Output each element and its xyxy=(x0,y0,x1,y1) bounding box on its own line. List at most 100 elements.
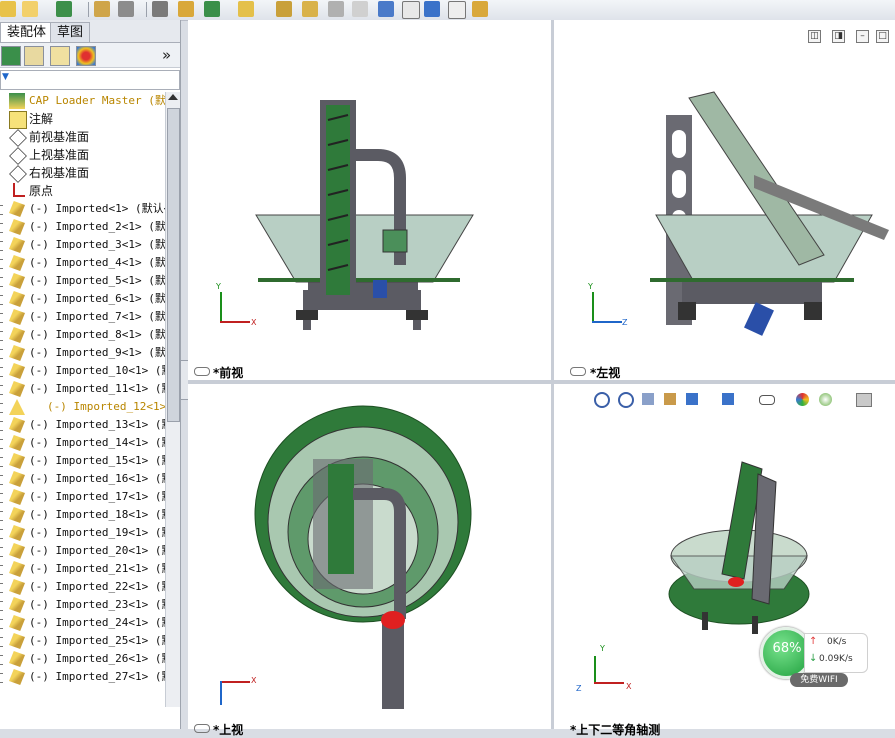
tree-part-item[interactable]: (-) Imported_19<1> (默 xyxy=(0,524,165,542)
tree-part-item[interactable]: (-) Imported_11<1> (默 xyxy=(0,380,165,398)
expand-toggle-icon[interactable] xyxy=(0,565,3,575)
tree-item[interactable]: 前视基准面 xyxy=(0,128,165,147)
filter-icon[interactable]: ▼ xyxy=(2,72,9,82)
zoom-to-fit-icon[interactable] xyxy=(594,392,610,408)
scrollbar-thumb[interactable] xyxy=(167,108,180,422)
scroll-up-icon[interactable] xyxy=(168,94,178,100)
tree-part-item[interactable]: (-) Imported_25<1> (默 xyxy=(0,632,165,650)
expand-toggle-icon[interactable] xyxy=(0,367,3,377)
tab-assembly[interactable]: 装配体 xyxy=(0,22,54,42)
filter-bar[interactable]: ▼ xyxy=(0,70,180,90)
smart-mate-icon[interactable] xyxy=(178,1,194,17)
tree-item[interactable]: 上视基准面 xyxy=(0,146,165,165)
expand-toggle-icon[interactable] xyxy=(0,637,3,647)
tree-part-item[interactable]: (-) Imported_12<1> xyxy=(0,398,165,416)
display-style-icon[interactable] xyxy=(722,393,734,405)
feature-manager-icon[interactable] xyxy=(1,46,21,66)
expand-toggle-icon[interactable] xyxy=(0,511,3,521)
zoom-to-area-icon[interactable] xyxy=(618,392,634,408)
display-style-icon[interactable] xyxy=(424,1,440,17)
expand-toggle-icon[interactable] xyxy=(0,601,3,611)
tree-part-item[interactable]: (-) Imported_17<1> (默 xyxy=(0,488,165,506)
measure-icon[interactable] xyxy=(352,1,368,17)
expand-toggle-icon[interactable] xyxy=(0,439,3,449)
viewport-restore-icon[interactable]: ◫ xyxy=(808,30,821,43)
viewport-top[interactable]: *上视 X xyxy=(188,384,551,737)
hide-show-items-icon[interactable] xyxy=(759,395,775,405)
expand-toggle-icon[interactable] xyxy=(0,241,3,251)
expand-toggle-icon[interactable] xyxy=(0,655,3,665)
move-component-icon[interactable] xyxy=(238,1,254,17)
expand-toggle-icon[interactable] xyxy=(0,547,3,557)
tree-part-item[interactable]: (-) Imported_2<1> (默认 xyxy=(0,218,165,236)
expand-toggle-icon[interactable] xyxy=(0,403,3,413)
tree-part-item[interactable]: (-) Imported_4<1> (默认 xyxy=(0,254,165,272)
new-document-icon[interactable] xyxy=(0,1,16,17)
tree-part-item[interactable]: (-) Imported_3<1> (默认 xyxy=(0,236,165,254)
expand-toggle-icon[interactable] xyxy=(0,421,3,431)
view-link-icon[interactable] xyxy=(194,367,210,376)
tree-item[interactable]: 注解 xyxy=(0,110,165,129)
tree-part-item[interactable]: (-) Imported_16<1> (默 xyxy=(0,470,165,488)
hide-show-icon[interactable] xyxy=(448,1,466,19)
expand-toggle-icon[interactable] xyxy=(0,277,3,287)
appearance-icon[interactable] xyxy=(472,1,488,17)
open-file-icon[interactable] xyxy=(22,1,38,17)
tree-part-item[interactable]: (-) Imported_10<1> (默 xyxy=(0,362,165,380)
wifi-speed-widget[interactable]: 68% ↑ 0K/s ↓ 0.09K/s 免费WIFI xyxy=(760,627,868,689)
tree-root-assembly[interactable]: CAP Loader Master (默认 xyxy=(0,92,165,110)
expand-toggle-icon[interactable] xyxy=(0,385,3,395)
previous-view-icon[interactable] xyxy=(642,393,654,405)
tree-part-item[interactable]: (-) Imported_13<1> (默 xyxy=(0,416,165,434)
expand-toggle-icon[interactable] xyxy=(0,493,3,503)
tree-item[interactable]: 原点 xyxy=(0,182,165,200)
expand-toggle-icon[interactable] xyxy=(0,619,3,629)
view-orientation-icon[interactable] xyxy=(402,1,420,19)
assembly-feature-icon[interactable] xyxy=(302,1,318,17)
tree-part-item[interactable]: (-) Imported_6<1> (默认 xyxy=(0,290,165,308)
tree-part-item[interactable]: (-) Imported_18<1> (默 xyxy=(0,506,165,524)
tree-scrollbar[interactable] xyxy=(165,92,180,707)
tree-part-item[interactable]: (-) Imported_24<1> (默 xyxy=(0,614,165,632)
expand-toggle-icon[interactable] xyxy=(0,529,3,539)
tree-part-item[interactable]: (-) Imported_20<1> (默 xyxy=(0,542,165,560)
apply-scene-icon[interactable] xyxy=(819,393,832,406)
tab-sketch[interactable]: 草图 xyxy=(50,22,91,42)
expand-toggle-icon[interactable] xyxy=(0,457,3,467)
tree-part-item[interactable]: (-) Imported_22<1> (默 xyxy=(0,578,165,596)
viewport-splitter-horizontal[interactable] xyxy=(188,380,895,384)
edit-appearance-icon[interactable] xyxy=(796,393,809,406)
viewport-left[interactable]: ◫ ◨ – □ *左视 Y Z xyxy=(554,20,895,380)
expand-toggle-icon[interactable] xyxy=(0,475,3,485)
display-manager-icon[interactable] xyxy=(76,46,96,66)
reference-geometry-icon[interactable] xyxy=(328,1,344,17)
section-view-icon[interactable] xyxy=(378,1,394,17)
expand-toggle-icon[interactable] xyxy=(0,583,3,593)
tree-part-item[interactable]: (-) Imported_7<1> (默认 xyxy=(0,308,165,326)
expand-toggle-icon[interactable] xyxy=(0,331,3,341)
tree-part-item[interactable]: (-) Imported_23<1> (默 xyxy=(0,596,165,614)
tree-part-item[interactable]: (-) Imported_14<1> (默 xyxy=(0,434,165,452)
explode-view-icon[interactable] xyxy=(276,1,292,17)
expand-toggle-icon[interactable] xyxy=(0,349,3,359)
view-settings-icon[interactable] xyxy=(856,393,872,407)
view-orientation-icon[interactable] xyxy=(686,393,698,405)
save-icon[interactable] xyxy=(56,1,72,17)
tree-part-item[interactable]: (-) Imported_26<1> (默 xyxy=(0,650,165,668)
tree-part-item[interactable]: (-) Imported<1> (默认< xyxy=(0,200,165,218)
tree-part-item[interactable]: (-) Imported_21<1> (默 xyxy=(0,560,165,578)
property-manager-icon[interactable] xyxy=(24,46,44,66)
free-wifi-button[interactable]: 免费WIFI xyxy=(790,673,848,687)
configuration-manager-icon[interactable] xyxy=(50,46,70,66)
viewport-maximize-icon[interactable]: □ xyxy=(876,30,889,43)
tree-item[interactable]: 右视基准面 xyxy=(0,164,165,183)
viewport-splitter-vertical[interactable] xyxy=(551,20,554,729)
expand-panel-button[interactable]: » xyxy=(162,46,171,64)
rebuild-icon[interactable] xyxy=(94,1,110,17)
expand-toggle-icon[interactable] xyxy=(0,205,3,215)
section-view-icon[interactable] xyxy=(664,393,676,405)
insert-component-icon[interactable] xyxy=(204,1,220,17)
options-icon[interactable] xyxy=(118,1,134,17)
viewport-minimize-icon[interactable]: – xyxy=(856,30,869,43)
viewport-front[interactable]: *前视 Y X xyxy=(188,20,551,380)
